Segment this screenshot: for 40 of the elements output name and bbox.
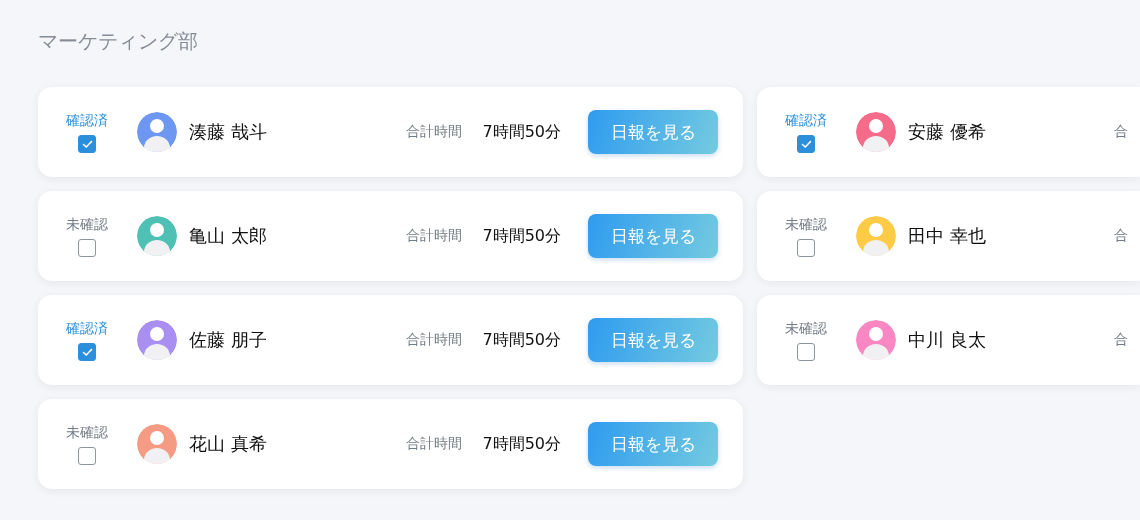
status-label: 確認済 bbox=[785, 111, 827, 129]
member-name: 田中 幸也 bbox=[908, 224, 986, 248]
total-label: 合 bbox=[1114, 331, 1128, 349]
view-report-button[interactable]: 日報を見る bbox=[588, 422, 718, 466]
confirm-checkbox[interactable] bbox=[78, 239, 96, 257]
status-label: 確認済 bbox=[66, 111, 108, 129]
total-label: 合計時間 bbox=[406, 123, 463, 141]
total-time: 7時間50分 bbox=[482, 329, 561, 351]
total-label: 合計時間 bbox=[406, 435, 463, 453]
checkmark-icon bbox=[800, 139, 812, 149]
status-label: 未確認 bbox=[66, 423, 108, 441]
checkmark-icon bbox=[81, 139, 93, 149]
view-report-button[interactable]: 日報を見る bbox=[588, 318, 718, 362]
status-label: 未確認 bbox=[785, 319, 827, 337]
member-name: 湊藤 哉斗 bbox=[189, 120, 267, 144]
member-name: 安藤 優希 bbox=[908, 120, 986, 144]
confirm-checkbox[interactable] bbox=[78, 135, 96, 153]
member-name: 亀山 太郎 bbox=[189, 224, 267, 248]
status-label: 確認済 bbox=[66, 319, 108, 337]
confirm-checkbox[interactable] bbox=[78, 343, 96, 361]
total-time: 7時間50分 bbox=[482, 225, 561, 247]
member-name: 花山 真希 bbox=[189, 432, 267, 456]
confirm-checkbox[interactable] bbox=[797, 239, 815, 257]
total-label: 合 bbox=[1114, 227, 1128, 245]
total-label: 合 bbox=[1114, 123, 1128, 141]
total-label: 合計時間 bbox=[406, 331, 463, 349]
status-label: 未確認 bbox=[66, 215, 108, 233]
confirm-checkbox[interactable] bbox=[797, 343, 815, 361]
department-title: マーケティング部 bbox=[38, 28, 199, 55]
view-report-button[interactable]: 日報を見る bbox=[588, 214, 718, 258]
status-label: 未確認 bbox=[785, 215, 827, 233]
view-report-button[interactable]: 日報を見る bbox=[588, 110, 718, 154]
confirm-checkbox[interactable] bbox=[797, 135, 815, 153]
member-name: 中川 良太 bbox=[908, 328, 986, 352]
checkmark-icon bbox=[81, 347, 93, 357]
confirm-checkbox[interactable] bbox=[78, 447, 96, 465]
total-time: 7時間50分 bbox=[482, 121, 561, 143]
total-label: 合計時間 bbox=[406, 227, 463, 245]
total-time: 7時間50分 bbox=[482, 433, 561, 455]
member-name: 佐藤 朋子 bbox=[189, 328, 267, 352]
